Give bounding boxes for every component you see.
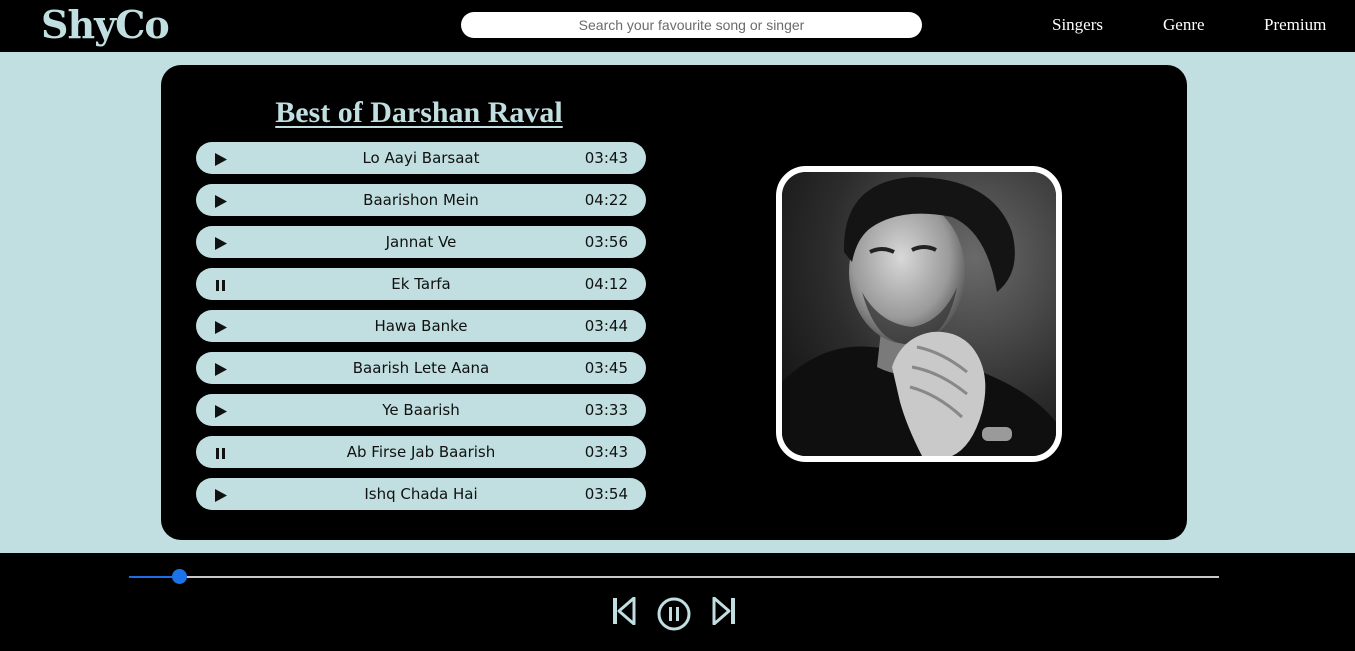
- song-title: Ek Tarfa: [391, 275, 451, 293]
- song-row[interactable]: Jannat Ve 03:56: [196, 226, 646, 258]
- pause-icon[interactable]: [214, 278, 227, 291]
- song-title: Jannat Ve: [385, 233, 457, 251]
- previous-icon: [613, 596, 636, 626]
- song-duration: 03:43: [584, 443, 628, 461]
- play-icon[interactable]: [214, 404, 227, 418]
- song-title: Baarish Lete Aana: [352, 359, 490, 377]
- song-duration: 04:12: [584, 275, 628, 293]
- play-icon[interactable]: [214, 320, 227, 334]
- play-icon[interactable]: [214, 152, 227, 166]
- search-input[interactable]: [461, 12, 922, 38]
- playlist-title: Best of Darshan Raval: [275, 96, 563, 129]
- song-title: Lo Aayi Barsaat: [362, 149, 480, 167]
- song-title: Hawa Banke: [374, 317, 468, 335]
- song-row[interactable]: Ye Baarish 03:33: [196, 394, 646, 426]
- song-duration: 03:56: [584, 233, 628, 251]
- song-row[interactable]: Ishq Chada Hai 03:54: [196, 478, 646, 510]
- song-row[interactable]: Ek Tarfa 04:12: [196, 268, 646, 300]
- next-icon: [712, 596, 735, 626]
- play-icon[interactable]: [214, 362, 227, 376]
- nav-link-genre[interactable]: Genre: [1163, 15, 1205, 35]
- navbar: ShyCo Singers Genre Premium: [0, 0, 1355, 52]
- song-row[interactable]: Baarish Lete Aana 03:45: [196, 352, 646, 384]
- nav-link-premium[interactable]: Premium: [1264, 15, 1326, 35]
- artist-photo: [782, 172, 1056, 456]
- progress-knob[interactable]: [172, 569, 187, 584]
- pause-icon[interactable]: [214, 446, 227, 459]
- play-icon[interactable]: [214, 236, 227, 250]
- song-row[interactable]: Lo Aayi Barsaat 03:43: [196, 142, 646, 174]
- song-row[interactable]: Baarishon Mein 04:22: [196, 184, 646, 216]
- song-duration: 03:45: [584, 359, 628, 377]
- logo[interactable]: ShyCo: [41, 2, 170, 47]
- play-icon[interactable]: [214, 488, 227, 502]
- song-duration: 04:22: [584, 191, 628, 209]
- song-duration: 03:54: [584, 485, 628, 503]
- play-icon[interactable]: [214, 194, 227, 208]
- next-button[interactable]: [712, 596, 736, 629]
- song-title: Ab Firse Jab Baarish: [346, 443, 496, 461]
- song-title: Ye Baarish: [382, 401, 460, 419]
- song-row[interactable]: Hawa Banke 03:44: [196, 310, 646, 342]
- song-title: Ishq Chada Hai: [364, 485, 478, 503]
- progress-track[interactable]: [129, 569, 1219, 584]
- artist-cover-image: [776, 166, 1062, 462]
- pause-button[interactable]: [657, 597, 691, 635]
- song-title: Baarishon Mein: [363, 191, 479, 209]
- song-row[interactable]: Ab Firse Jab Baarish 03:43: [196, 436, 646, 468]
- pause-circle-icon: [657, 597, 691, 631]
- song-duration: 03:33: [584, 401, 628, 419]
- previous-button[interactable]: [612, 596, 636, 629]
- player-bar: [0, 553, 1355, 651]
- song-duration: 03:43: [584, 149, 628, 167]
- song-duration: 03:44: [584, 317, 628, 335]
- playlist-card: Best of Darshan Raval Lo Aayi Barsaat 03:…: [161, 65, 1187, 540]
- nav-link-singers[interactable]: Singers: [1052, 15, 1103, 35]
